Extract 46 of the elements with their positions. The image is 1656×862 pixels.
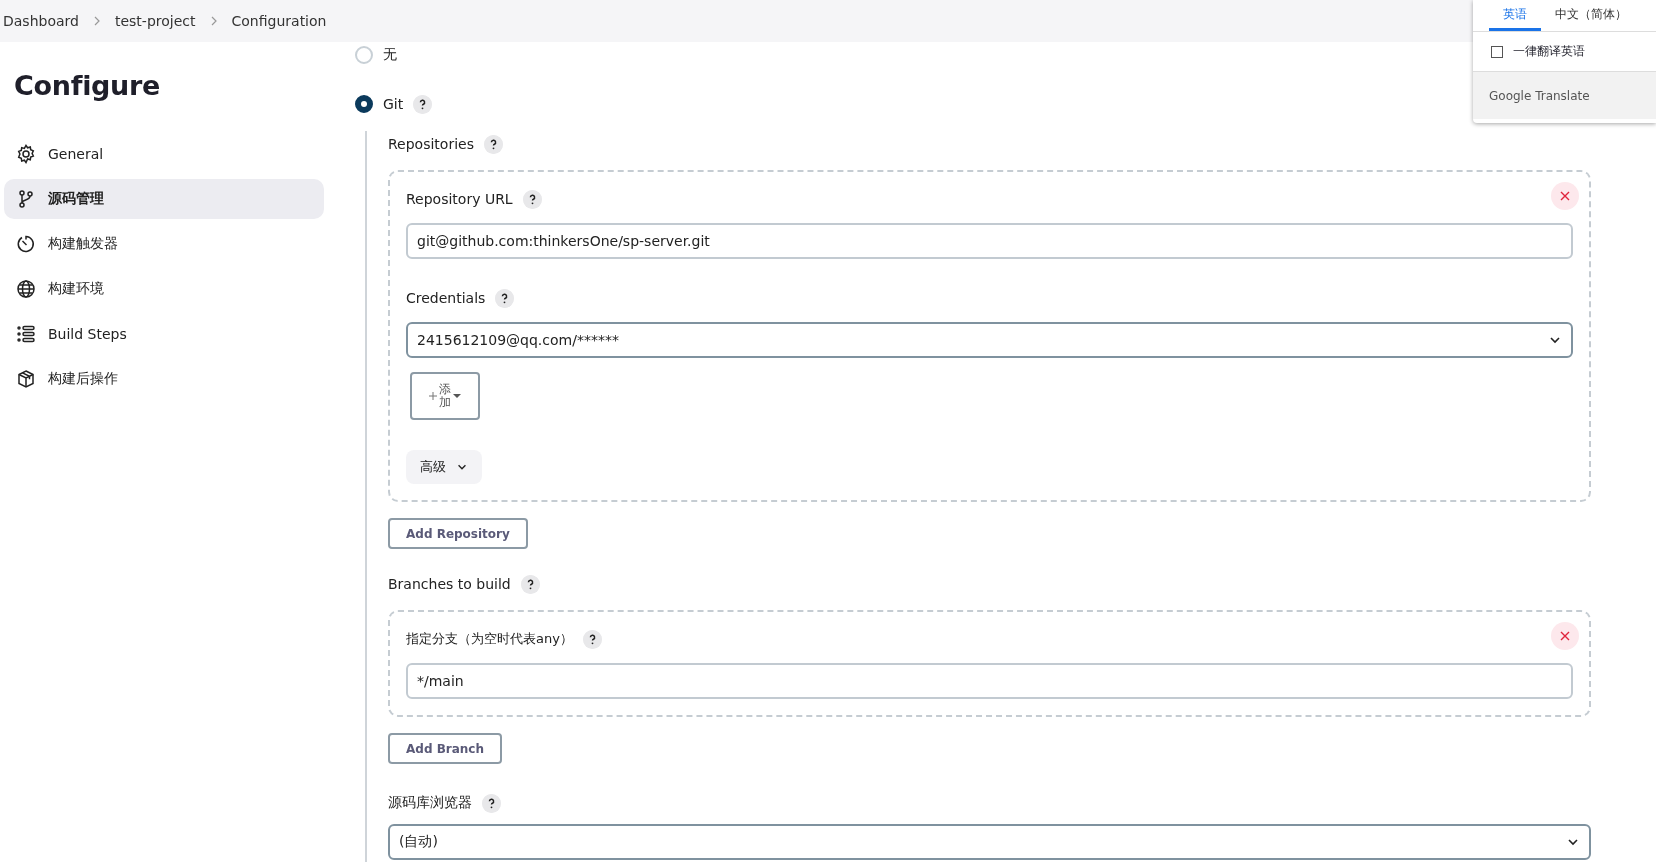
- input-field[interactable]: */main: [406, 663, 1573, 699]
- breadcrumb-link[interactable]: Configuration: [231, 13, 327, 29]
- gear-icon: [16, 144, 36, 164]
- plus-icon: [429, 392, 437, 400]
- field-label: Branches to build: [388, 576, 511, 592]
- field-label: Repositories: [388, 136, 474, 152]
- sidebar-item[interactable]: 构建触发器: [4, 224, 324, 264]
- breadcrumb-link[interactable]: test-project: [114, 13, 196, 29]
- translate-footer-text: Google Translate: [1489, 88, 1590, 103]
- breadcrumb-link[interactable]: Dashboard: [3, 13, 79, 29]
- close-button[interactable]: [1551, 622, 1579, 650]
- browser-dropdown[interactable]: (自动): [388, 824, 1591, 860]
- chevron-icon: [209, 16, 218, 26]
- checkbox[interactable]: [1491, 45, 1503, 58]
- chevron-icon: [92, 16, 101, 26]
- advanced-button[interactable]: 高级: [406, 450, 482, 484]
- checkbox-label: 一律翻译英语: [1513, 43, 1585, 60]
- add-repository-button[interactable]: Add Repository: [388, 518, 528, 549]
- radio-label: 无: [383, 46, 397, 64]
- radio-label: Git: [383, 96, 404, 112]
- field-label: Repository URL: [406, 191, 513, 207]
- language-tab[interactable]: 中文（简体）: [1541, 0, 1641, 31]
- close-icon: [1560, 191, 1570, 201]
- language-tab[interactable]: 英语: [1489, 0, 1541, 31]
- sidebar-item[interactable]: Build Steps: [4, 314, 324, 354]
- add-branch-button[interactable]: Add Branch: [388, 733, 502, 764]
- branch-icon: [16, 189, 36, 209]
- sidebar-item[interactable]: 构建环境: [4, 269, 324, 309]
- globe-icon: [16, 279, 36, 299]
- close-icon: [1560, 631, 1570, 641]
- radio-button[interactable]: [355, 95, 373, 113]
- page-title: Configure: [14, 70, 162, 101]
- field-label: 源码库浏览器: [388, 794, 472, 812]
- sidebar-item[interactable]: General: [4, 134, 324, 174]
- field-label: Credentials: [406, 290, 486, 306]
- add-credentials-button[interactable]: 添加: [410, 372, 480, 420]
- sidebar-item[interactable]: 源码管理: [4, 179, 324, 219]
- package-icon: [16, 369, 36, 389]
- list-icon: [16, 324, 36, 344]
- input-field[interactable]: git@github.com:thinkersOne/sp-server.git: [406, 223, 1573, 259]
- sidebar-item[interactable]: 构建后操作: [4, 359, 324, 399]
- timer-icon: [16, 234, 36, 254]
- close-button[interactable]: [1551, 182, 1579, 210]
- caret-icon: [453, 394, 461, 398]
- credentials-dropdown[interactable]: 2415612109@qq.com/******: [406, 322, 1573, 358]
- field-label: 指定分支（为空时代表any）: [406, 630, 573, 648]
